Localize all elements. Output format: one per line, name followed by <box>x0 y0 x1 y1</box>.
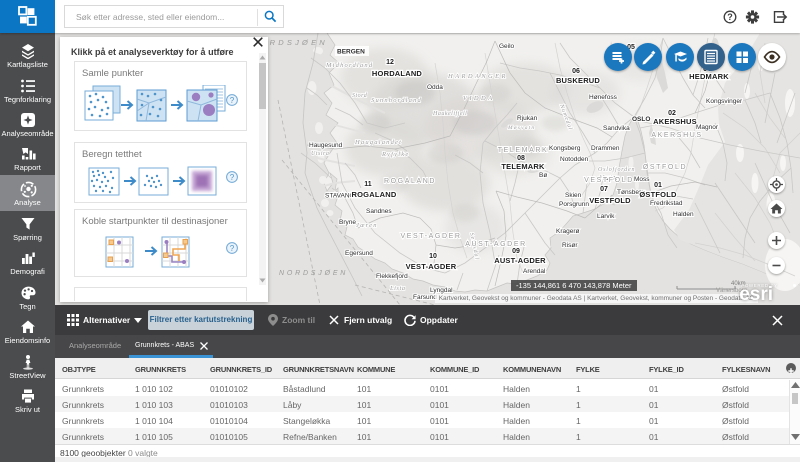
svg-text:Sandnes: Sandnes <box>366 208 392 215</box>
svg-text:07: 07 <box>600 186 608 193</box>
svg-text:HORDALAND: HORDALAND <box>372 69 423 78</box>
svg-text:12: 12 <box>386 59 394 66</box>
svg-text:HARDANGER: HARDANGER <box>447 73 508 80</box>
svg-text:ØSTFOLD: ØSTFOLD <box>639 190 677 199</box>
svg-text:Odda: Odda <box>427 84 443 91</box>
svg-text:ROGALAND: ROGALAND <box>352 190 397 199</box>
svg-text:Fredrikstad: Fredrikstad <box>650 200 683 207</box>
svg-text:VESTFOLD: VESTFOLD <box>589 196 631 205</box>
svg-text:06: 06 <box>572 68 580 75</box>
svg-text:11: 11 <box>364 181 372 188</box>
svg-text:Drammen: Drammen <box>591 145 620 152</box>
svg-text:Utsira: Utsira <box>311 151 329 157</box>
svg-text:Stord: Stord <box>352 93 368 99</box>
svg-text:OSLO: OSLO <box>632 116 650 123</box>
svg-text:Sandvika: Sandvika <box>603 125 630 132</box>
svg-text:01: 01 <box>654 182 662 189</box>
svg-text:Farsund: Farsund <box>413 294 437 301</box>
svg-text:VIDDA: VIDDA <box>463 95 495 102</box>
svg-text:Hønefoss: Hønefoss <box>589 94 618 101</box>
svg-text:Porsgrunn: Porsgrunn <box>559 201 589 208</box>
svg-text:Geilo: Geilo <box>499 43 515 50</box>
svg-text:TELEMARK: TELEMARK <box>501 162 545 171</box>
svg-text:Magnor: Magnor <box>696 124 719 131</box>
svg-text:ROGALAND: ROGALAND <box>384 178 436 185</box>
svg-text:BUSKERUD: BUSKERUD <box>556 76 600 85</box>
svg-text:02: 02 <box>668 110 676 117</box>
svg-text:Jæren: Jæren <box>356 222 378 229</box>
svg-text:AUST-AGDER: AUST-AGDER <box>465 241 527 248</box>
svg-text:09: 09 <box>512 248 520 255</box>
svg-text:Arendal: Arendal <box>523 268 546 275</box>
svg-text:Haugesund: Haugesund <box>309 142 343 149</box>
svg-text:Haukelifjell: Haukelifjell <box>432 110 467 117</box>
svg-text:Bø: Bø <box>539 172 547 179</box>
svg-text:10: 10 <box>429 253 437 260</box>
svg-text:TELEMARK: TELEMARK <box>498 147 549 154</box>
svg-text:Midhordland: Midhordland <box>325 62 373 69</box>
svg-text:Sunnhordland: Sunnhordland <box>371 97 422 104</box>
svg-text:Ryfylke: Ryfylke <box>381 151 409 158</box>
svg-text:?: ? <box>230 244 235 253</box>
svg-text:?: ? <box>727 12 733 22</box>
svg-text:Lyngdal: Lyngdal <box>430 287 453 294</box>
svg-text:Larvik: Larvik <box>597 213 615 220</box>
svg-text:Halden: Halden <box>673 211 694 218</box>
svg-text:Rjukan: Rjukan <box>517 115 538 122</box>
svg-text:Notodden: Notodden <box>560 156 589 163</box>
svg-text:?: ? <box>230 96 235 105</box>
svg-text:Haugalandet: Haugalandet <box>354 139 402 146</box>
svg-text:Kragerø: Kragerø <box>556 228 580 235</box>
svg-text:Kongsvinger: Kongsvinger <box>706 98 743 105</box>
svg-text:Egersund: Egersund <box>345 250 373 257</box>
svg-text:VEST-AGDER: VEST-AGDER <box>406 262 457 271</box>
svg-text:Oslofjorden: Oslofjorden <box>598 166 635 173</box>
svg-text:AKERSHUS: AKERSHUS <box>651 132 702 139</box>
svg-text:Lista: Lista <box>389 285 406 292</box>
svg-text:BERGEN: BERGEN <box>337 49 365 56</box>
svg-text:Risør: Risør <box>562 242 578 249</box>
svg-text:AUST-AGDER: AUST-AGDER <box>494 256 546 265</box>
svg-text:?: ? <box>230 173 235 182</box>
svg-text:VEST-AGDER: VEST-AGDER <box>400 233 461 240</box>
svg-text:Bryne: Bryne <box>339 219 356 226</box>
svg-text:Møsvatn: Møsvatn <box>507 125 535 131</box>
svg-text:Flekkefjord: Flekkefjord <box>376 273 408 280</box>
svg-text:AKERSHUS: AKERSHUS <box>653 117 697 126</box>
svg-text:Kongsberg: Kongsberg <box>549 145 581 152</box>
svg-text:NORDSJØEN: NORDSJØEN <box>279 270 348 277</box>
svg-text:08: 08 <box>517 155 525 162</box>
svg-text:Skien: Skien <box>565 192 582 199</box>
svg-text:VESTFOLD: VESTFOLD <box>584 177 634 184</box>
svg-text:Moss: Moss <box>634 176 650 183</box>
svg-text:ØSTFOLD: ØSTFOLD <box>643 164 687 171</box>
svg-text:HEDMARK: HEDMARK <box>689 72 729 81</box>
